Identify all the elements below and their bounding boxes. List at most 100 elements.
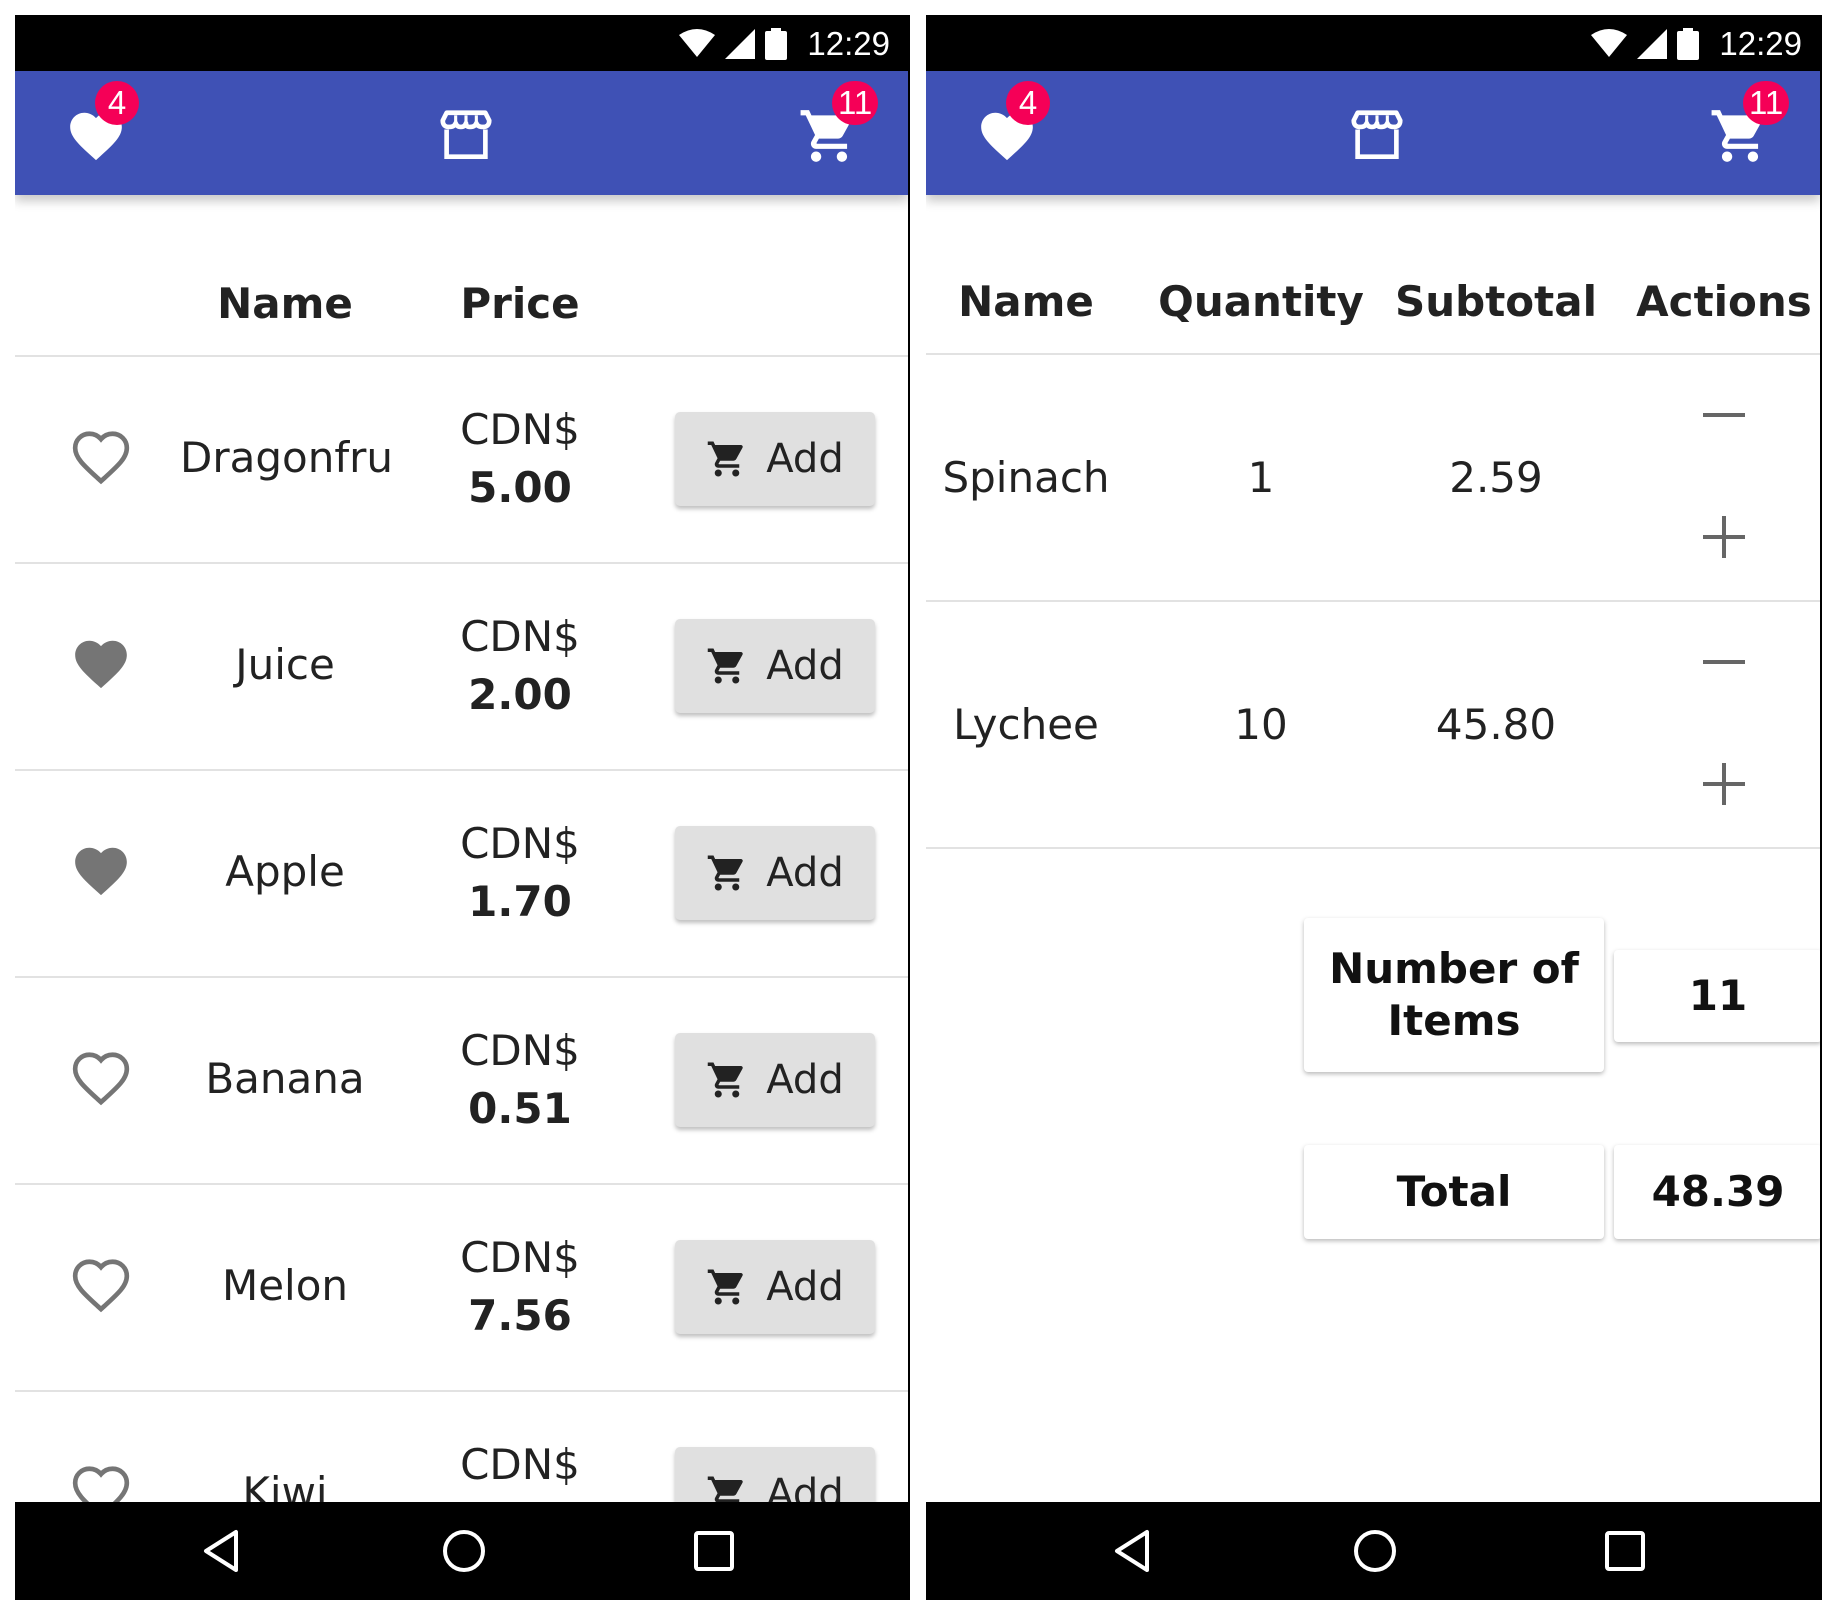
cart-badge: 11	[832, 81, 879, 125]
add-to-cart-button[interactable]: Add	[675, 412, 875, 506]
cart-item-quantity: 1	[1247, 453, 1275, 502]
favorite-toggle[interactable]	[70, 633, 132, 695]
back-icon[interactable]	[1109, 1526, 1159, 1576]
signal-icon	[1637, 29, 1668, 59]
store-screen: 12:29 4 11 Name Price Dragonfrui CDN$ 5.00…	[15, 15, 910, 1600]
price-value: 0.51	[468, 1084, 572, 1133]
back-icon[interactable]	[198, 1526, 248, 1576]
cart-badge: 11	[1743, 81, 1790, 125]
price-value: 5.00	[468, 463, 572, 512]
add-button-label: Add	[766, 1057, 844, 1103]
price-value: 2.00	[468, 670, 572, 719]
heart-outline-icon	[72, 1259, 130, 1313]
column-header-actions: Actions	[1636, 277, 1812, 326]
store-icon	[440, 110, 492, 159]
plus-icon[interactable]	[1699, 759, 1749, 809]
price-value: 1.70	[468, 877, 572, 926]
status-bar: 12:29	[15, 15, 908, 71]
column-header-quantity: Quantity	[1158, 277, 1364, 326]
battery-icon	[765, 28, 788, 60]
navigation-bar	[15, 1502, 908, 1600]
product-name: Banana	[205, 1054, 365, 1103]
price-currency: CDN$	[460, 612, 580, 661]
price-currency: CDN$	[460, 1233, 580, 1282]
product-name: Apple	[225, 847, 345, 896]
product-row: Apple CDN$ 1.70 Add	[15, 771, 908, 978]
heart-outline-icon	[72, 1052, 130, 1106]
signal-icon	[725, 29, 756, 59]
wifi-icon	[679, 29, 716, 57]
cart-item-name: Spinach	[942, 453, 1110, 502]
add-to-cart-button[interactable]: Add	[675, 619, 875, 713]
recents-icon[interactable]	[1600, 1526, 1650, 1576]
app-bar: 4 11	[926, 71, 1820, 195]
favorites-badge: 4	[95, 81, 139, 125]
add-button-label: Add	[766, 436, 844, 482]
cart-button[interactable]: 11	[1709, 81, 1790, 167]
price-currency: CDN$	[460, 819, 580, 868]
total-value: 48.39	[1614, 1145, 1820, 1239]
heart-outline-icon	[72, 431, 130, 485]
add-to-cart-button[interactable]: Add	[675, 1240, 875, 1334]
product-name: Melon	[221, 1261, 349, 1310]
add-button-label: Add	[766, 850, 844, 896]
product-name: Dragonfrui	[180, 433, 390, 482]
product-row: Melon CDN$ 7.56 Add	[15, 1185, 908, 1392]
store-button[interactable]	[435, 105, 497, 167]
cart-item-subtotal: 2.59	[1449, 453, 1543, 502]
cart-icon	[708, 855, 744, 891]
home-icon[interactable]	[1350, 1526, 1400, 1576]
add-to-cart-button[interactable]: Add	[675, 1033, 875, 1127]
wifi-icon	[1591, 29, 1628, 57]
add-button-label: Add	[766, 643, 844, 689]
column-header-subtotal: Subtotal	[1395, 277, 1597, 326]
favorites-button[interactable]: 4	[65, 81, 139, 167]
items-count-value: 11	[1614, 950, 1820, 1042]
favorite-toggle[interactable]	[70, 1047, 132, 1109]
navigation-bar	[926, 1502, 1820, 1600]
price-currency: CDN$	[460, 1026, 580, 1075]
price-currency: CDN$	[460, 405, 580, 454]
recents-icon[interactable]	[689, 1526, 739, 1576]
cart-item-name: Lychee	[953, 700, 1099, 749]
column-header-price: Price	[460, 279, 580, 328]
minus-icon[interactable]	[1699, 637, 1749, 687]
column-header-name: Name	[958, 277, 1094, 326]
plus-icon[interactable]	[1699, 512, 1749, 562]
price-value: 7.56	[468, 1291, 572, 1340]
cart-item-subtotal: 45.80	[1435, 700, 1557, 749]
minus-icon[interactable]	[1699, 390, 1749, 440]
heart-icon	[75, 847, 127, 896]
status-time: 12:29	[1719, 25, 1802, 62]
column-header-name: Name	[217, 279, 353, 328]
app-bar: 4 11	[15, 71, 908, 195]
add-button-label: Add	[766, 1264, 844, 1310]
heart-icon	[75, 640, 127, 689]
battery-icon	[1677, 28, 1700, 60]
price-currency: CDN$	[460, 1440, 580, 1489]
home-icon[interactable]	[439, 1526, 489, 1576]
items-count-label: Number of Items	[1304, 918, 1604, 1072]
cart-icon	[708, 1269, 744, 1305]
favorites-button[interactable]: 4	[976, 81, 1050, 167]
store-icon	[1351, 110, 1403, 159]
product-row: Juice CDN$ 2.00 Add	[15, 564, 908, 771]
cart-button[interactable]: 11	[798, 81, 879, 167]
total-label: Total	[1304, 1145, 1604, 1239]
product-row: Banana CDN$ 0.51 Add	[15, 978, 908, 1185]
favorite-toggle[interactable]	[70, 1254, 132, 1316]
cart-row: Lychee 10 45.80	[926, 602, 1820, 849]
add-to-cart-button[interactable]: Add	[675, 826, 875, 920]
cart-icon	[708, 1062, 744, 1098]
status-time: 12:29	[807, 25, 890, 62]
product-row: Dragonfrui CDN$ 5.00 Add	[15, 357, 908, 564]
favorite-toggle[interactable]	[70, 840, 132, 902]
favorites-badge: 4	[1006, 81, 1050, 125]
status-bar: 12:29	[926, 15, 1820, 71]
cart-icon	[708, 441, 744, 477]
cart-icon	[708, 648, 744, 684]
store-button[interactable]	[1346, 105, 1408, 167]
favorite-toggle[interactable]	[70, 426, 132, 488]
cart-item-quantity: 10	[1234, 700, 1288, 749]
cart-screen: 12:29 4 11 Name Quantity Subtotal Action…	[926, 15, 1822, 1600]
